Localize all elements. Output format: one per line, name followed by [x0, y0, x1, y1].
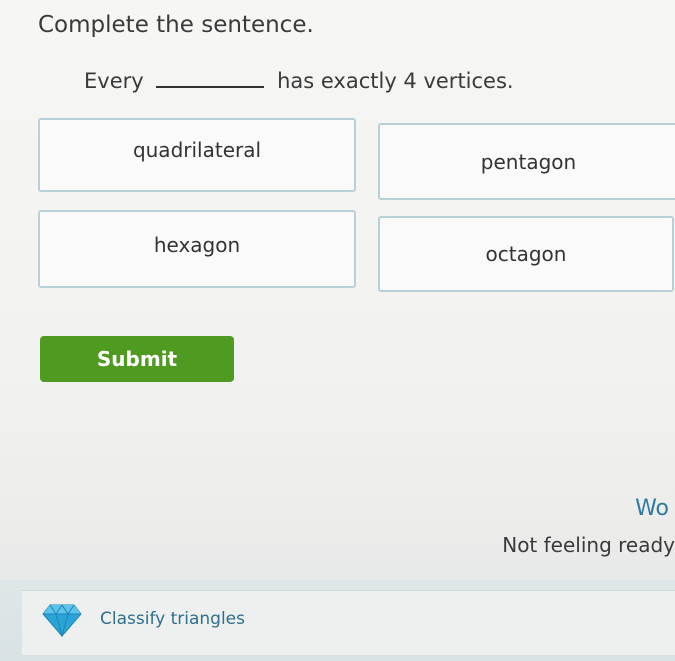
option-label: quadrilateral — [132, 138, 262, 162]
skill-link[interactable]: Classify triangles — [100, 609, 245, 629]
diamond-icon — [42, 604, 82, 637]
question-prompt: Complete the sentence. — [38, 12, 314, 38]
not-ready-text: Not feeling ready — [502, 533, 675, 557]
submit-button[interactable]: Submit — [40, 336, 234, 382]
sentence: Every has exactly 4 vertices. — [84, 68, 514, 93]
option-label: octagon — [485, 242, 567, 266]
option-label: pentagon — [480, 149, 577, 174]
option-hexagon[interactable]: hexagon — [38, 210, 356, 288]
option-quadrilateral[interactable]: quadrilateral — [38, 118, 356, 192]
option-pentagon[interactable]: pentagon — [378, 123, 675, 200]
option-label: hexagon — [153, 233, 241, 257]
sentence-end: has exactly 4 vertices. — [277, 69, 514, 93]
sentence-start: Every — [84, 69, 144, 93]
sidebar-heading: Wo — [635, 496, 669, 521]
option-octagon[interactable]: octagon — [378, 216, 674, 292]
answer-blank — [156, 68, 265, 88]
